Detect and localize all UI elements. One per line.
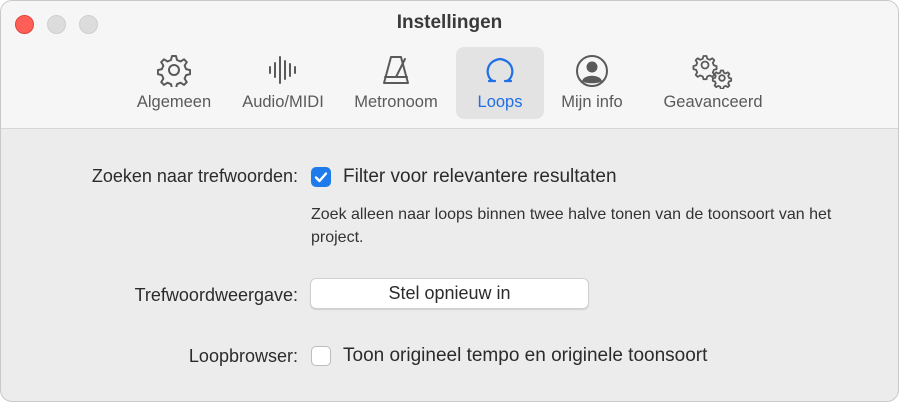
reset-button-label: Stel opnieuw in (388, 283, 511, 303)
filter-relevant-results-label[interactable]: Filter voor relevantere resultaten (343, 166, 617, 188)
tab-mijn-info[interactable]: Mijn info (551, 47, 633, 119)
toolbar: Instellingen Algemeen Audio/MIDI Metrono… (1, 1, 898, 129)
window-title: Instellingen (396, 12, 503, 33)
loop-browser-label: Loopbrowser: (188, 346, 298, 366)
tab-geavanceerd[interactable]: Geavanceerd (651, 47, 775, 119)
tab-label: Geavanceerd (663, 93, 763, 111)
tab-audio-midi[interactable]: Audio/MIDI (231, 47, 335, 119)
person-circle-icon (576, 55, 608, 87)
tab-algemeen[interactable]: Algemeen (127, 47, 221, 119)
reset-button[interactable]: Stel opnieuw in (310, 278, 589, 309)
tab-label: Mijn info (561, 93, 623, 111)
filter-relevant-results-checkbox[interactable] (311, 167, 331, 187)
tab-metronoom[interactable]: Metronoom (343, 47, 449, 119)
checkmark-icon (314, 172, 328, 183)
loop-icon (486, 57, 514, 83)
tab-loops[interactable]: Loops (456, 47, 544, 119)
gears-icon (692, 55, 733, 89)
gear-icon (157, 55, 191, 87)
keyword-search-label: Zoeken naar trefwoorden: (91, 166, 298, 186)
waveform-icon (269, 56, 296, 84)
show-original-tempo-key-label[interactable]: Toon origineel tempo en originele toonso… (343, 345, 707, 367)
metronome-icon (383, 56, 409, 84)
tab-label: Audio/MIDI (242, 93, 324, 111)
tab-label: Loops (477, 93, 523, 111)
keyword-search-description: Zoek alleen naar loops binnen twee halve… (311, 206, 832, 246)
tab-label: Algemeen (136, 93, 212, 111)
settings-window: Instellingen Algemeen Audio/MIDI Metrono… (0, 0, 899, 402)
show-original-tempo-key-checkbox[interactable] (311, 346, 331, 366)
tab-label: Metronoom (354, 93, 438, 111)
keyword-view-label: Trefwoordweergave: (134, 285, 298, 305)
